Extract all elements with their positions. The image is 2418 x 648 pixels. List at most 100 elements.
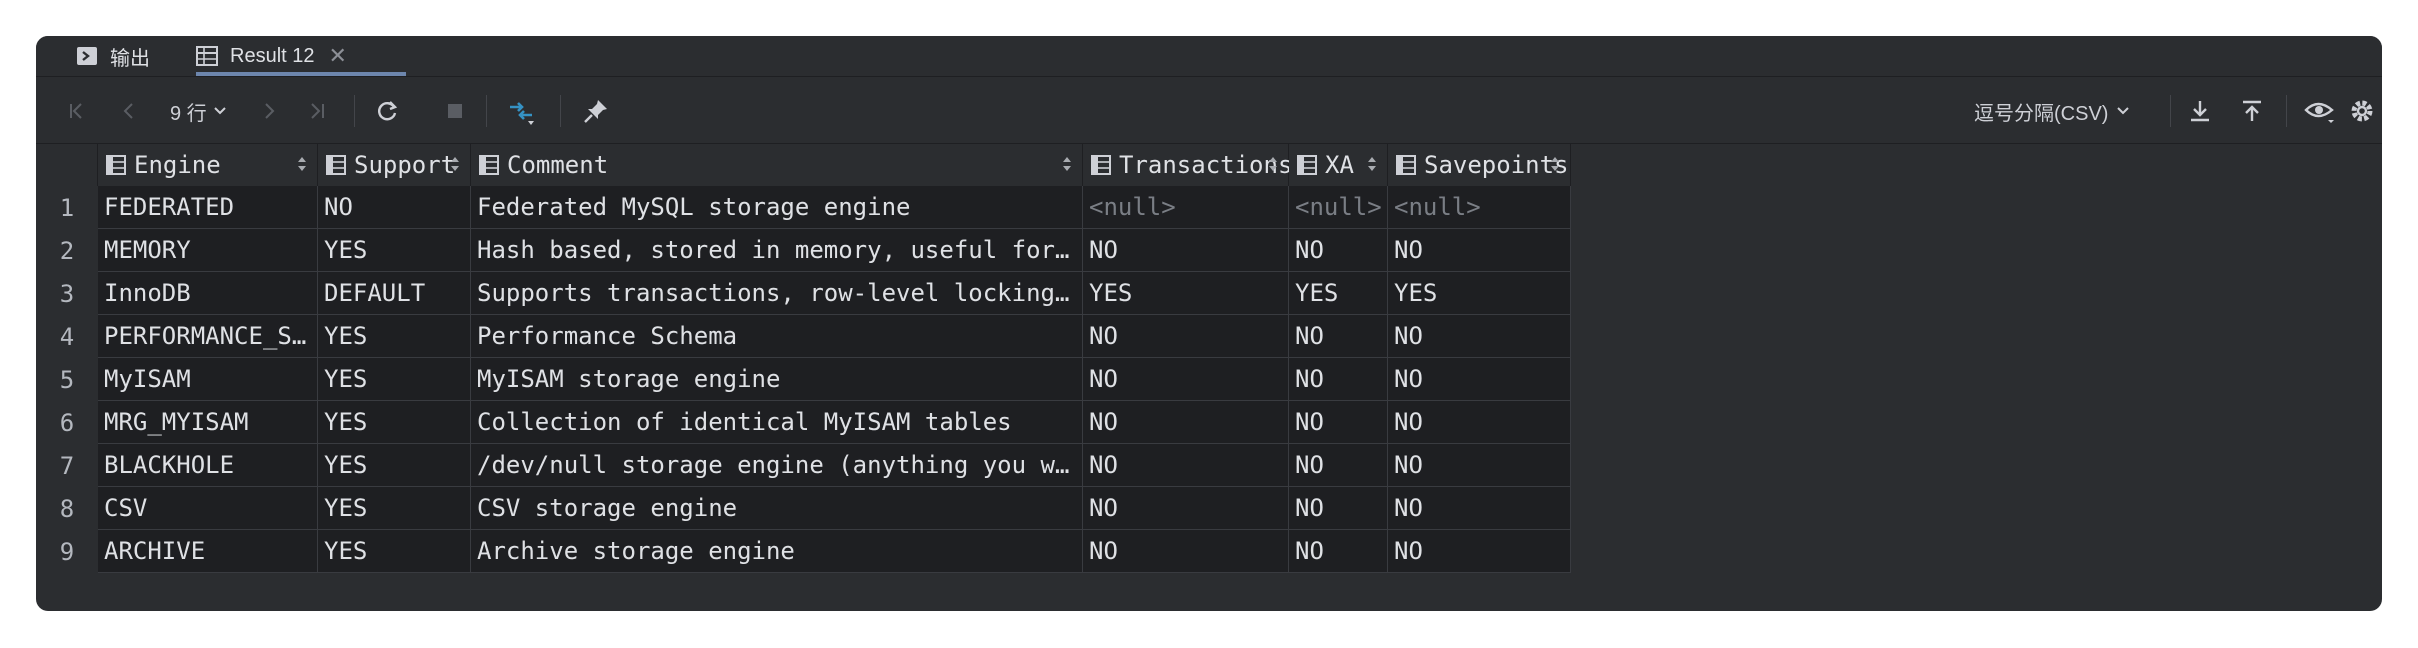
table-cell[interactable]: NO [1289, 401, 1388, 444]
upload-icon[interactable] [2240, 77, 2264, 145]
table-cell[interactable]: NO [1083, 530, 1289, 573]
cell-value: YES [324, 451, 368, 479]
table-cell[interactable]: NO [1289, 530, 1388, 573]
download-icon[interactable] [2188, 77, 2212, 145]
table-cell[interactable]: YES [1083, 272, 1289, 315]
table-cell[interactable]: YES [318, 229, 471, 272]
table-cell[interactable]: NO [1083, 358, 1289, 401]
table-cell[interactable]: Federated MySQL storage engine [471, 186, 1083, 229]
table-cell[interactable]: FEDERATED [98, 186, 318, 229]
table-cell[interactable]: <null> [1388, 186, 1571, 229]
table-cell[interactable]: CSV [98, 487, 318, 530]
row-number[interactable]: 4 [36, 315, 98, 358]
table-cell[interactable]: Performance Schema [471, 315, 1083, 358]
table-cell[interactable]: NO [1388, 444, 1571, 487]
cell-value: NO [1295, 494, 1324, 522]
table-cell[interactable]: InnoDB [98, 272, 318, 315]
table-cell[interactable]: Archive storage engine [471, 530, 1083, 573]
table-cell[interactable]: NO [1388, 487, 1571, 530]
table-cell[interactable]: NO [1289, 444, 1388, 487]
table-cell[interactable]: YES [318, 401, 471, 444]
pin-icon[interactable] [582, 77, 610, 145]
table-cell[interactable]: NO [1388, 401, 1571, 444]
table-cell[interactable]: <null> [1083, 186, 1289, 229]
row-number[interactable]: 2 [36, 229, 98, 272]
table-cell[interactable]: NO [1083, 229, 1289, 272]
table-cell[interactable]: /dev/null storage engine (anything you w… [471, 444, 1083, 487]
export-format-label: 逗号分隔(CSV) [1974, 102, 2109, 125]
sort-icon[interactable] [1268, 154, 1278, 174]
sort-icon[interactable] [1550, 154, 1560, 174]
table-cell[interactable]: MRG_MYISAM [98, 401, 318, 444]
column-header-support[interactable]: Support [318, 144, 471, 186]
cell-value: NO [1295, 451, 1324, 479]
column-header-engine[interactable]: Engine [98, 144, 318, 186]
row-number[interactable]: 8 [36, 487, 98, 530]
table-cell[interactable]: NO [1289, 358, 1388, 401]
refresh-icon[interactable] [374, 77, 400, 145]
table-cell[interactable]: MyISAM [98, 358, 318, 401]
sort-icon[interactable] [1367, 154, 1377, 174]
table-cell[interactable]: NO [318, 186, 471, 229]
tab-output[interactable]: 输出 [76, 36, 150, 76]
column-header-savepoints[interactable]: Savepoints [1388, 144, 1571, 186]
table-cell[interactable]: NO [1083, 487, 1289, 530]
column-header-comment[interactable]: Comment [471, 144, 1083, 186]
table-cell[interactable]: NO [1388, 315, 1571, 358]
table-cell[interactable]: NO [1083, 315, 1289, 358]
close-icon[interactable]: ✕ [329, 43, 347, 69]
table-cell[interactable]: NO [1083, 401, 1289, 444]
settings-icon[interactable] [2348, 77, 2376, 145]
table-cell[interactable]: Supports transactions, row-level locking… [471, 272, 1083, 315]
table-cell[interactable]: YES [318, 315, 471, 358]
row-number[interactable]: 9 [36, 530, 98, 573]
compare-icon[interactable] [506, 77, 538, 145]
table-cell[interactable]: DEFAULT [318, 272, 471, 315]
previous-page-icon[interactable] [118, 77, 140, 145]
column-header-xa[interactable]: XA [1289, 144, 1388, 186]
row-number[interactable]: 1 [36, 186, 98, 229]
table-cell[interactable]: CSV storage engine [471, 487, 1083, 530]
table-cell[interactable]: YES [318, 487, 471, 530]
cell-value: NO [1089, 494, 1118, 522]
table-cell[interactable]: MEMORY [98, 229, 318, 272]
table-cell[interactable]: YES [1289, 272, 1388, 315]
table-cell[interactable]: YES [318, 444, 471, 487]
table-cell[interactable]: NO [1289, 315, 1388, 358]
table-cell[interactable]: YES [318, 530, 471, 573]
sort-icon[interactable] [297, 154, 307, 174]
column-header-transactions[interactable]: Transactions [1083, 144, 1292, 186]
table-cell[interactable]: Hash based, stored in memory, useful for… [471, 229, 1083, 272]
table-cell[interactable]: MyISAM storage engine [471, 358, 1083, 401]
next-page-icon[interactable] [258, 77, 280, 145]
table-cell[interactable]: BLACKHOLE [98, 444, 318, 487]
column-header-label: Support [354, 151, 456, 179]
sort-icon[interactable] [1062, 154, 1072, 174]
row-number[interactable]: 5 [36, 358, 98, 401]
tab-result[interactable]: Result 12 ✕ [196, 36, 406, 76]
table-cell[interactable]: NO [1388, 229, 1571, 272]
rows-count-dropdown[interactable]: 9 行 [170, 77, 227, 145]
table-cell[interactable]: NO [1083, 444, 1289, 487]
table-cell[interactable]: NO [1289, 487, 1388, 530]
table-cell[interactable]: ARCHIVE [98, 530, 318, 573]
export-format-dropdown[interactable]: 逗号分隔(CSV) [1974, 77, 2130, 145]
row-number[interactable]: 6 [36, 401, 98, 444]
table-cell[interactable]: YES [318, 358, 471, 401]
last-page-icon[interactable] [306, 77, 328, 145]
column-icon [1297, 155, 1317, 175]
table-cell[interactable]: NO [1388, 358, 1571, 401]
table-cell[interactable]: Collection of identical MyISAM tables [471, 401, 1083, 444]
table-cell[interactable]: <null> [1289, 186, 1388, 229]
view-icon[interactable] [2304, 77, 2336, 145]
stop-icon[interactable] [444, 77, 466, 145]
cell-value: Performance Schema [477, 322, 738, 350]
sort-icon[interactable] [450, 154, 460, 174]
table-cell[interactable]: NO [1289, 229, 1388, 272]
row-number[interactable]: 7 [36, 444, 98, 487]
table-cell[interactable]: NO [1388, 530, 1571, 573]
row-number[interactable]: 3 [36, 272, 98, 315]
first-page-icon[interactable] [66, 77, 88, 145]
table-cell[interactable]: PERFORMANCE_SCHEMA [98, 315, 318, 358]
table-cell[interactable]: YES [1388, 272, 1571, 315]
